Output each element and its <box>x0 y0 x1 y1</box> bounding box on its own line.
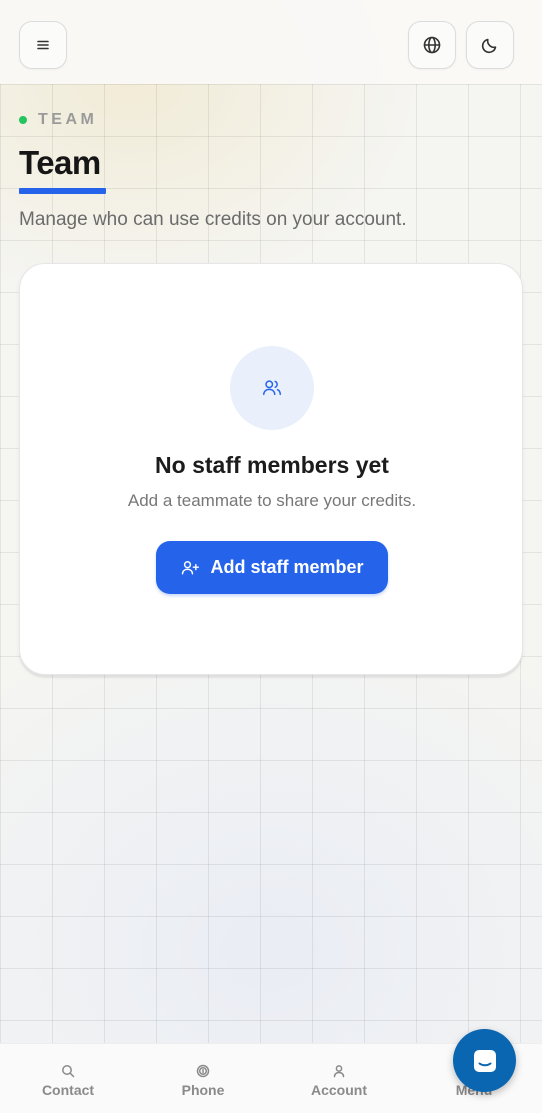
chat-launcher-button[interactable] <box>453 1029 516 1092</box>
eyebrow-label: TEAM <box>38 111 98 128</box>
title-underline <box>19 188 106 194</box>
top-bar <box>0 0 542 84</box>
theme-toggle-button[interactable] <box>466 21 514 69</box>
nav-label-contact: Contact <box>41 1082 95 1098</box>
language-button[interactable] <box>408 21 456 69</box>
page-subtitle: Manage who can use credits on your accou… <box>19 209 407 230</box>
empty-state-card: No staff members yet Add a teammate to s… <box>19 263 523 675</box>
search-icon <box>62 1065 75 1078</box>
empty-state-description: Add a teammate to share your credits. <box>127 491 417 510</box>
empty-state-icon-circle <box>230 346 314 430</box>
nav-item-account[interactable]: Account <box>284 1064 394 1104</box>
empty-state-title: No staff members yet <box>155 452 389 478</box>
add-staff-member-button[interactable]: Add staff member <box>156 541 388 594</box>
hamburger-icon <box>37 40 49 50</box>
nav-label-account: Account <box>311 1082 367 1098</box>
fingerprint-icon <box>196 1064 210 1078</box>
team-page: TEAM Team Manage who can use credits on … <box>0 0 542 1113</box>
nav-label-phone: Phone <box>181 1082 225 1098</box>
menu-button[interactable] <box>19 21 67 69</box>
globe-icon <box>423 36 441 54</box>
status-dot <box>19 116 27 124</box>
page-title: Team <box>19 144 101 181</box>
add-staff-member-label: Add staff member <box>210 557 364 577</box>
section-eyebrow: TEAM <box>19 110 97 130</box>
nav-item-phone[interactable]: Phone <box>148 1064 258 1104</box>
user-plus-icon <box>182 560 200 575</box>
moon-icon <box>481 38 497 54</box>
users-icon <box>263 380 281 396</box>
nav-item-contact[interactable]: Contact <box>13 1064 123 1104</box>
chat-bubble-icon <box>473 1049 496 1072</box>
user-icon <box>333 1065 345 1078</box>
